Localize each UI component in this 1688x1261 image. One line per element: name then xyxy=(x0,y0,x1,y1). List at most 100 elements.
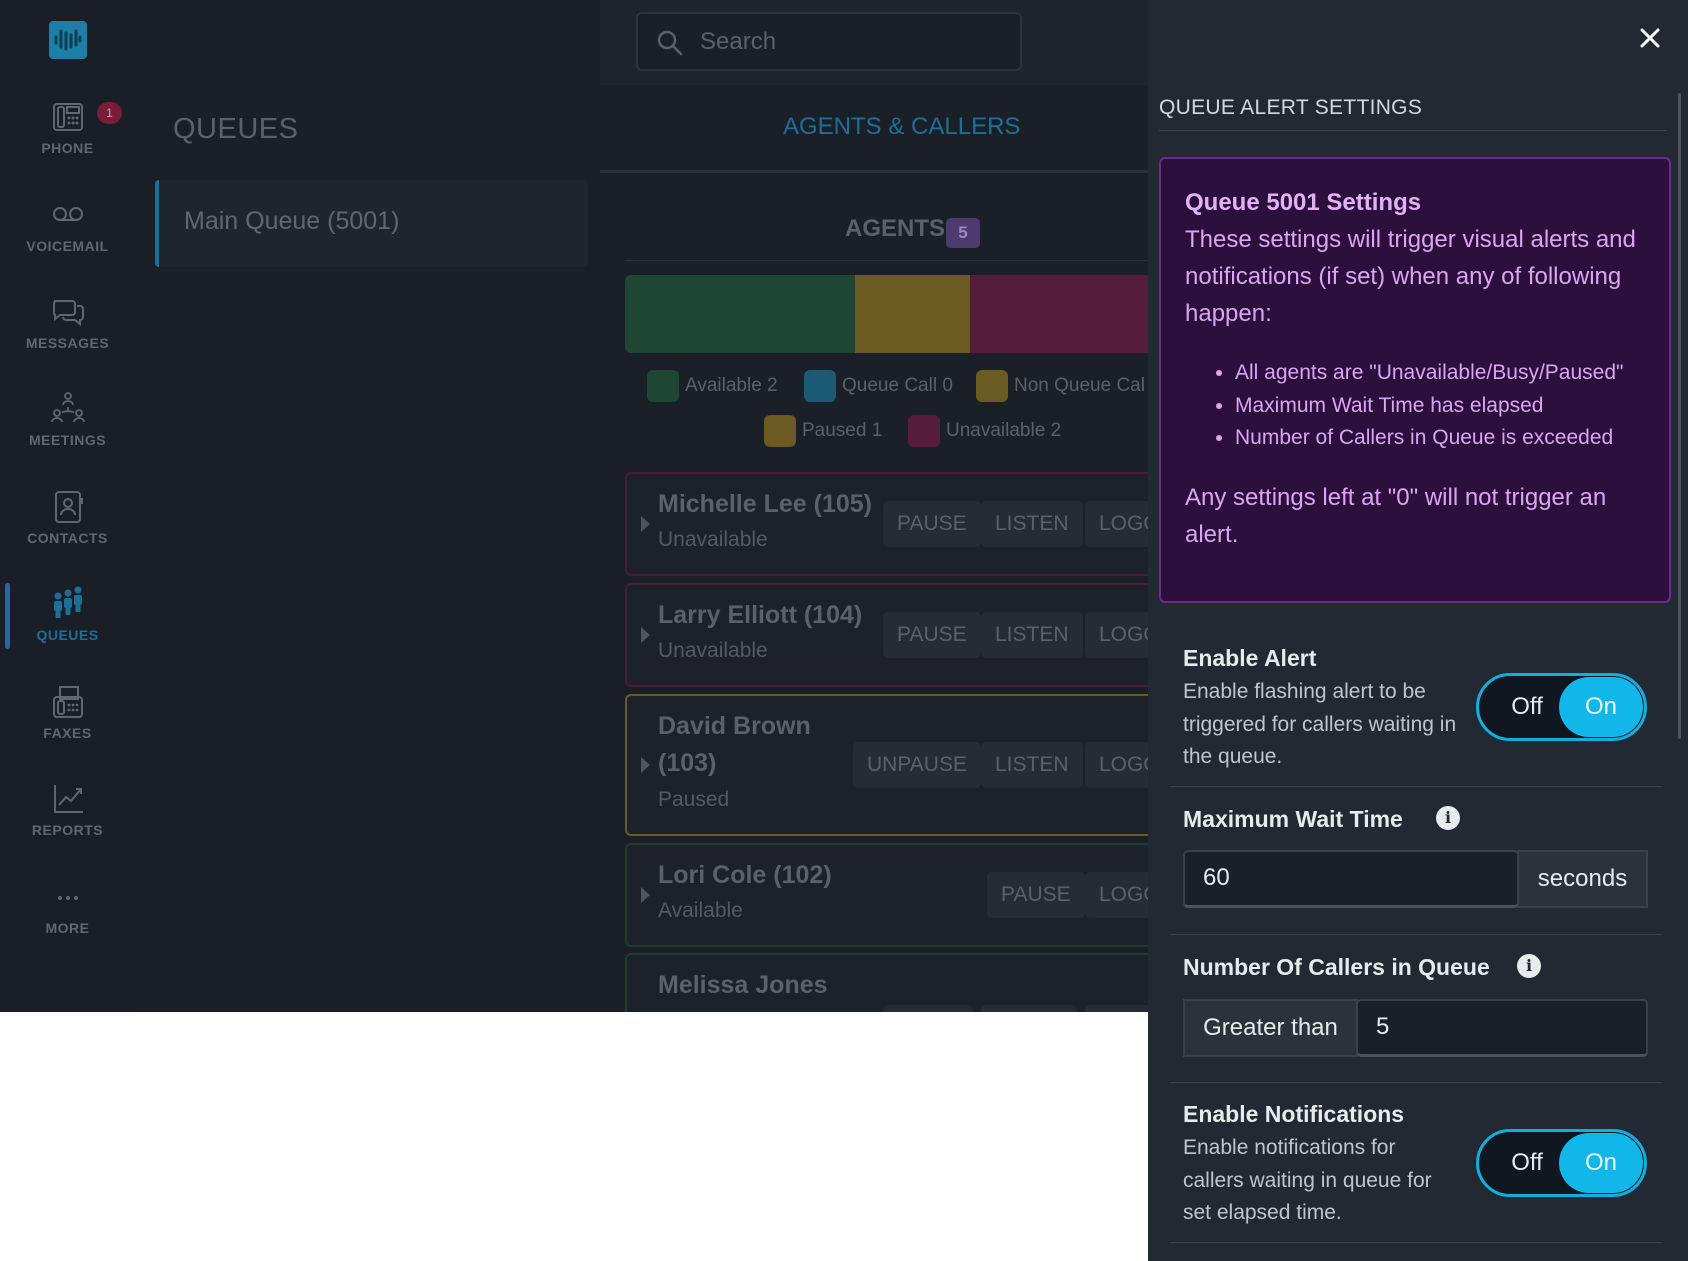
pause-button[interactable] xyxy=(883,1005,973,1012)
close-icon[interactable] xyxy=(1636,24,1664,52)
divider xyxy=(1170,1082,1662,1083)
legend-paused: Paused 1 xyxy=(764,415,882,447)
callers-prefix: Greater than xyxy=(1183,999,1358,1057)
legend-label: Paused 1 xyxy=(802,420,883,441)
nav-reports[interactable]: REPORTS xyxy=(0,778,135,858)
listen-button[interactable]: LISTEN xyxy=(981,612,1083,658)
info-title: Queue 5001 Settings xyxy=(1185,189,1422,216)
callers-input[interactable]: 5 xyxy=(1356,999,1648,1057)
toggle-off-label: Off xyxy=(1511,693,1543,720)
agent-name: Larry Elliott (104) xyxy=(658,601,863,629)
agent-card[interactable]: Larry Elliott (104) Unavailable PAUSE LI… xyxy=(625,583,1225,687)
status-bar-segment-paused xyxy=(855,275,970,353)
info-bullet: All agents are "Unavailable/Busy/Paused" xyxy=(1235,357,1665,390)
nav-label: PHONE xyxy=(41,140,94,156)
app-logo[interactable] xyxy=(49,21,87,59)
toggle-on-label: On xyxy=(1559,1133,1643,1193)
callers-label: Number Of Callers in Queue xyxy=(1183,954,1490,980)
listen-button[interactable]: LISTEN xyxy=(981,501,1083,547)
legend-swatch xyxy=(764,415,796,447)
search-icon xyxy=(657,30,683,56)
left-nav: PHONE 1 VOICEMAIL MESSAGES MEETINGS CONT… xyxy=(0,0,135,1012)
enable-notifications-toggle[interactable]: Off On xyxy=(1476,1129,1647,1197)
messages-icon xyxy=(52,300,84,327)
queues-column: QUEUES Main Queue (5001) xyxy=(135,0,600,1012)
info-box: Queue 5001 Settings These settings will … xyxy=(1159,157,1671,603)
queue-alert-settings-panel: QUEUE ALERT SETTINGS Queue 5001 Settings… xyxy=(1148,0,1688,1261)
divider xyxy=(1170,934,1662,935)
agent-status: Available xyxy=(658,899,743,922)
max-wait-input[interactable]: 60 xyxy=(1183,850,1519,908)
legend-queue-call: Queue Call 0 xyxy=(804,370,953,402)
nav-messages[interactable]: MESSAGES xyxy=(0,291,135,371)
pause-button[interactable]: PAUSE xyxy=(883,612,981,658)
queues-title: QUEUES xyxy=(173,113,299,145)
legend-label: Unavailable 2 xyxy=(946,420,1062,441)
info-bullet-list: All agents are "Unavailable/Busy/Paused"… xyxy=(1235,357,1665,455)
tab-agents-callers[interactable]: AGENTS & CALLERS xyxy=(600,85,1200,173)
listen-button[interactable] xyxy=(981,1005,1077,1012)
toggle-on-label: On xyxy=(1559,677,1643,737)
agent-card[interactable]: Lori Cole (102) Available PAUSE LOGO xyxy=(625,843,1225,947)
nav-meetings[interactable]: MEETINGS xyxy=(0,388,135,468)
toggle-off-label: Off xyxy=(1511,1149,1543,1176)
nav-more[interactable]: MORE xyxy=(0,876,135,956)
agent-card[interactable]: Melissa Jones xyxy=(625,953,1225,1012)
nav-label: MEETINGS xyxy=(28,432,107,448)
agent-status: Unavailable xyxy=(658,528,768,551)
max-wait-label: Maximum Wait Time xyxy=(1183,806,1403,832)
status-bar-segment-available xyxy=(625,275,855,353)
search-placeholder: Search xyxy=(700,28,777,55)
expand-caret-icon[interactable] xyxy=(641,627,650,643)
enable-notifications-label: Enable Notifications xyxy=(1183,1101,1405,1127)
nav-faxes[interactable]: FAXES xyxy=(0,681,135,761)
scrollbar-thumb[interactable] xyxy=(1678,93,1681,739)
legend-non-queue-call: Non Queue Cal xyxy=(976,370,1145,402)
nav-label: QUEUES xyxy=(36,627,99,643)
nav-label: MORE xyxy=(45,920,90,936)
agent-card[interactable]: David Brown (103) Paused UNPAUSE LISTEN … xyxy=(625,694,1225,836)
fax-icon xyxy=(52,686,83,718)
expand-caret-icon[interactable] xyxy=(641,887,650,903)
phone-badge: 1 xyxy=(97,102,122,124)
enable-notifications-description: Enable notifications for callers waiting… xyxy=(1183,1136,1432,1224)
agent-name: Lori Cole (102) xyxy=(658,861,832,889)
nav-queues[interactable]: QUEUES xyxy=(0,583,135,663)
queue-item-main[interactable]: Main Queue (5001) xyxy=(155,180,588,267)
meetings-icon xyxy=(50,392,85,423)
divider xyxy=(1170,1242,1662,1243)
legend-swatch xyxy=(647,370,679,402)
listen-button[interactable]: LISTEN xyxy=(981,742,1083,788)
enable-alert-toggle[interactable]: Off On xyxy=(1476,673,1647,741)
agent-name: Michelle Lee (105) xyxy=(658,490,872,518)
agent-status: Unavailable xyxy=(658,639,768,662)
enable-alert-label: Enable Alert xyxy=(1183,645,1317,671)
divider xyxy=(1159,130,1667,131)
info-icon[interactable]: i xyxy=(1436,806,1460,830)
agent-card[interactable]: Michelle Lee (105) Unavailable PAUSE LIS… xyxy=(625,472,1225,576)
nav-label: REPORTS xyxy=(31,822,104,838)
pause-button[interactable]: PAUSE xyxy=(883,501,981,547)
legend-label: Queue Call 0 xyxy=(842,375,953,396)
info-bullet: Number of Callers in Queue is exceeded xyxy=(1235,422,1665,455)
legend-swatch xyxy=(908,415,940,447)
unpause-button[interactable]: UNPAUSE xyxy=(853,742,981,788)
more-dots-icon xyxy=(57,896,78,900)
legend-unavailable: Unavailable 2 xyxy=(908,415,1061,447)
reports-icon xyxy=(53,785,83,813)
waveform-icon xyxy=(54,29,82,51)
expand-caret-icon[interactable] xyxy=(641,516,650,532)
legend-swatch xyxy=(804,370,836,402)
nav-voicemail[interactable]: VOICEMAIL xyxy=(0,194,135,274)
expand-caret-icon[interactable] xyxy=(641,757,650,773)
info-note: Any settings left at "0" will not trigge… xyxy=(1185,484,1607,548)
enable-alert-description: Enable flashing alert to be triggered fo… xyxy=(1183,680,1457,768)
legend-label: Non Queue Cal xyxy=(1014,375,1145,396)
nav-contacts[interactable]: CONTACTS xyxy=(0,486,135,566)
info-icon[interactable]: i xyxy=(1517,954,1541,978)
pause-button[interactable]: PAUSE xyxy=(987,872,1085,918)
voicemail-icon xyxy=(52,207,83,221)
search-input[interactable]: Search xyxy=(636,12,1022,71)
divider xyxy=(625,260,1225,261)
nav-label: CONTACTS xyxy=(27,530,108,546)
